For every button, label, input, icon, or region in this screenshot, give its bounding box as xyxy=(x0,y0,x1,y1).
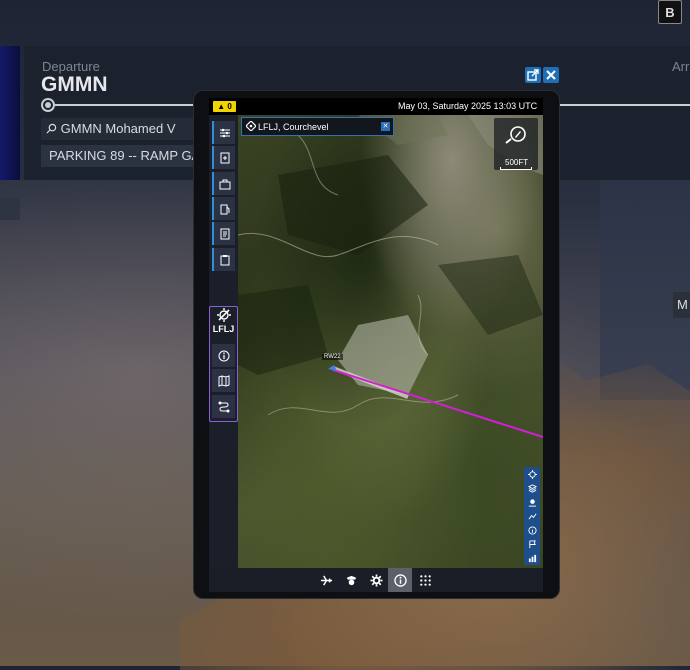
right-panel-tab[interactable]: M xyxy=(673,292,690,318)
map-search-clear-button[interactable]: ✕ xyxy=(381,122,390,131)
info-circle-icon xyxy=(393,573,407,587)
map-scale-label: 500FT xyxy=(505,158,529,167)
layers-icon xyxy=(527,483,537,493)
sidebar-settings-button[interactable] xyxy=(212,121,235,144)
satellite-map[interactable] xyxy=(238,115,543,568)
airport-info-button[interactable] xyxy=(212,344,235,367)
gear-icon xyxy=(369,573,383,587)
briefcase-icon xyxy=(219,179,230,189)
locate-icon xyxy=(527,469,537,479)
compass-icon xyxy=(505,126,526,144)
sidebar-payload-button[interactable] xyxy=(212,172,235,195)
bell-icon: ▲ xyxy=(217,102,226,111)
departure-marker xyxy=(41,98,55,112)
route-icon xyxy=(218,401,229,412)
map-tool-pin[interactable] xyxy=(527,497,537,507)
bottom-settings-button[interactable] xyxy=(364,568,388,592)
sidebar-notes-button[interactable] xyxy=(212,222,235,245)
open-external-button[interactable] xyxy=(525,67,541,83)
close-icon xyxy=(546,70,556,80)
close-icon: ✕ xyxy=(382,123,389,130)
airport-icon xyxy=(216,308,231,322)
map-tool-locate[interactable] xyxy=(527,469,537,479)
info-icon xyxy=(527,525,537,535)
datetime-readout: May 03, Saturday 2025 13:03 UTC xyxy=(398,101,538,111)
left-accent-panel xyxy=(0,46,20,180)
departure-search-value: GMMN Mohamed V xyxy=(60,121,176,136)
search-icon xyxy=(46,123,57,134)
clipboard-icon xyxy=(220,254,229,265)
apps-grid-icon xyxy=(419,574,431,586)
flag-icon xyxy=(528,539,536,548)
sliders-icon xyxy=(219,128,230,137)
map-tool-flag[interactable] xyxy=(527,539,537,549)
alert-badge[interactable]: ▲ 0 xyxy=(213,101,236,112)
map-tool-stats[interactable] xyxy=(527,553,537,563)
sidebar-checklist-button[interactable] xyxy=(212,248,235,271)
notes-icon xyxy=(220,228,229,239)
airport-code: LFLJ xyxy=(212,324,235,334)
bottom-pilot-button[interactable] xyxy=(339,568,363,592)
map-tool-profile[interactable] xyxy=(527,511,537,521)
close-button[interactable] xyxy=(543,67,559,83)
external-link-icon xyxy=(527,69,539,81)
runway-label: RW22 xyxy=(322,354,343,360)
departure-label: Departure xyxy=(42,59,100,74)
airport-route-button[interactable] xyxy=(212,395,235,418)
bars-icon xyxy=(528,554,536,562)
sidebar-fuel-button[interactable] xyxy=(212,197,235,220)
airport-chart-button[interactable] xyxy=(212,369,235,392)
bottom-apps-button[interactable] xyxy=(413,568,437,592)
pilot-icon xyxy=(346,575,356,585)
map-icon xyxy=(218,374,229,387)
alert-count: 0 xyxy=(227,102,232,111)
map-search-value: LFLJ, Courchevel xyxy=(258,122,329,132)
chart-icon xyxy=(528,513,536,519)
pin-icon xyxy=(528,498,536,507)
info-icon xyxy=(218,350,229,361)
arrival-label: Arr xyxy=(672,59,690,74)
parking-select[interactable]: PARKING 89 -- RAMP GA xyxy=(41,145,201,167)
airport-diamond-icon xyxy=(246,121,256,131)
bottom-info-button[interactable] xyxy=(388,568,412,592)
map-tool-info[interactable] xyxy=(527,525,537,535)
departure-search-field[interactable]: GMMN Mohamed V xyxy=(41,118,201,140)
airplane-icon xyxy=(320,574,332,586)
map-tools-strip xyxy=(524,467,540,565)
airport-button[interactable]: LFLJ xyxy=(211,308,236,342)
left-panel-tab[interactable] xyxy=(0,198,20,220)
flight-plan-icon xyxy=(220,152,229,163)
sidebar-flight-plan-button[interactable] xyxy=(212,146,235,169)
fuel-icon xyxy=(220,204,229,214)
map-tool-layers[interactable] xyxy=(527,483,537,493)
map-scale-bar xyxy=(500,167,532,170)
departure-code: GMMN xyxy=(41,73,108,96)
keybind-hint: B xyxy=(658,0,682,24)
bottom-flight-button[interactable] xyxy=(314,568,338,592)
map-features xyxy=(238,115,543,438)
